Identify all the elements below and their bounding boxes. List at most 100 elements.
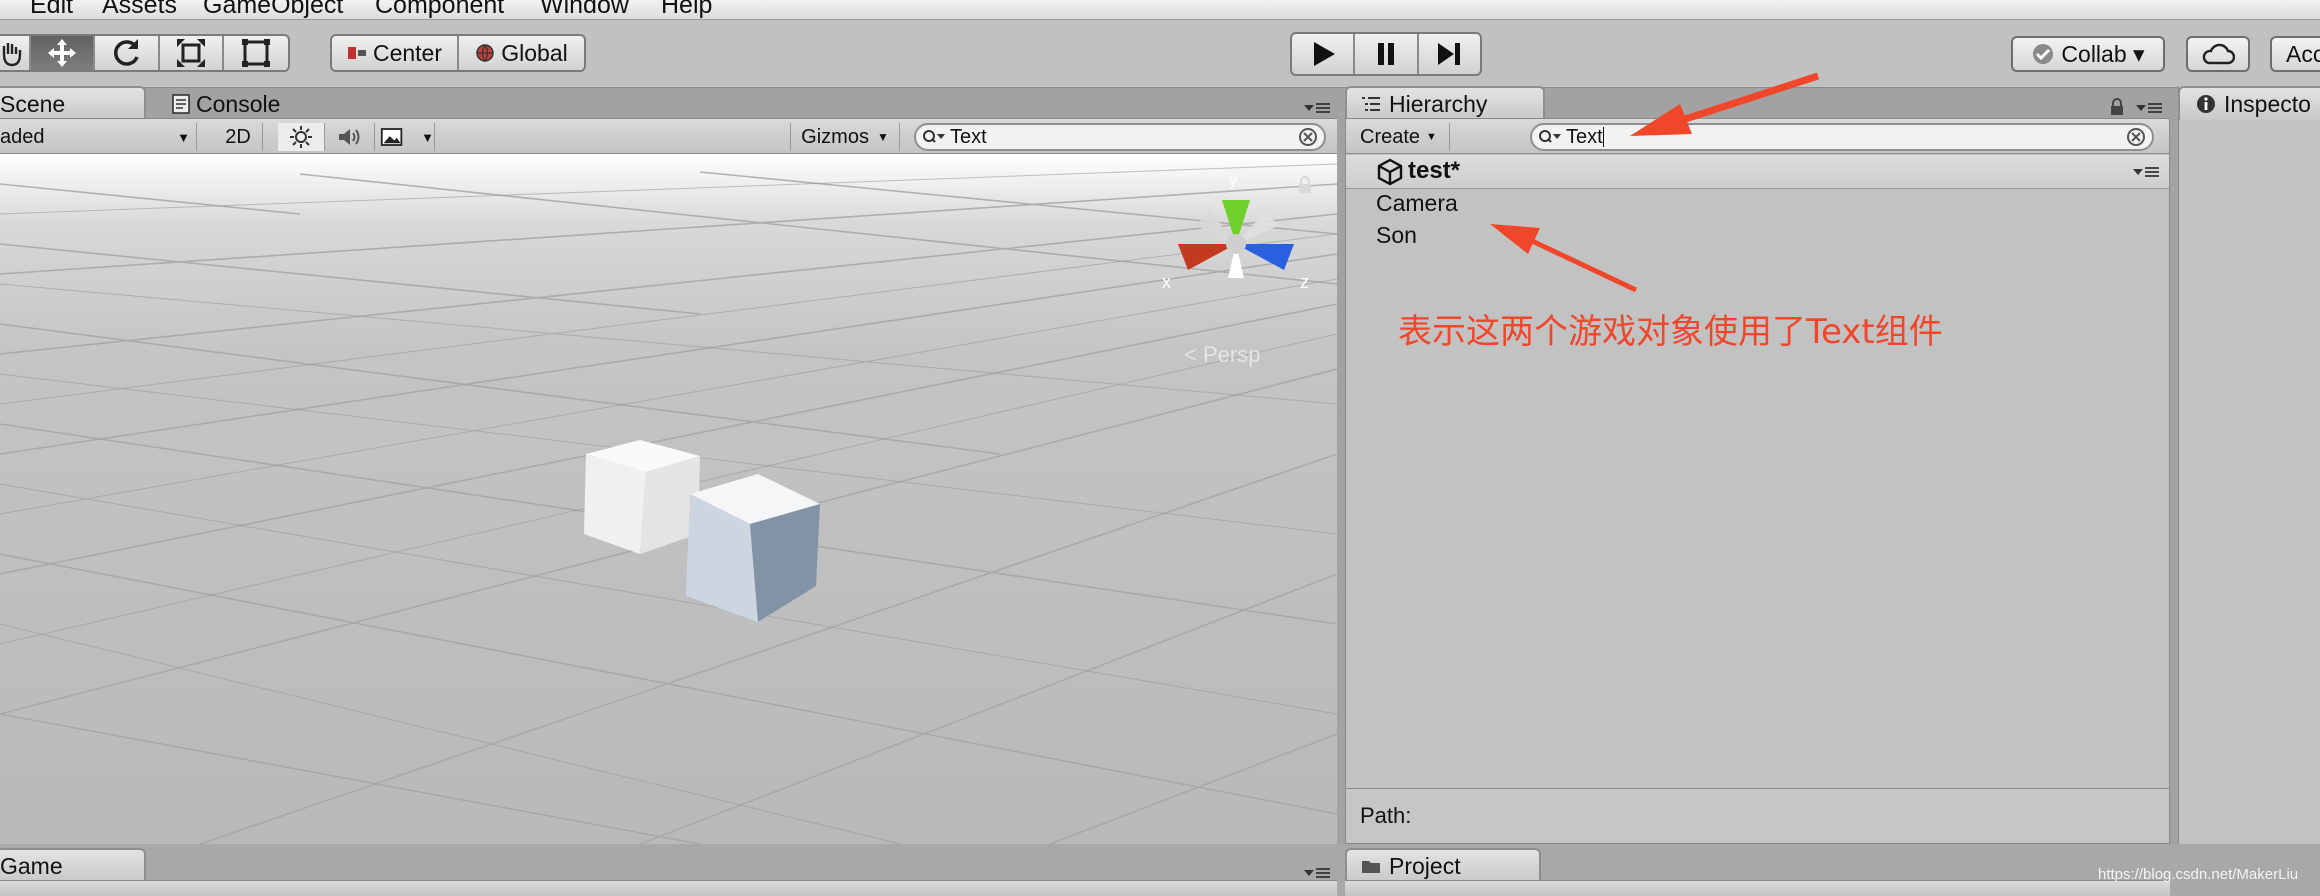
rotate-tool-button[interactable] [95, 36, 160, 70]
play-button[interactable] [1292, 34, 1356, 74]
hierarchy-search-icon [1539, 130, 1561, 143]
hierarchy-item-son[interactable]: Son [1376, 222, 1417, 249]
hierarchy-item-camera[interactable]: Camera [1376, 190, 1458, 217]
step-button[interactable] [1419, 34, 1480, 74]
scene-search-field[interactable]: Text [914, 123, 1326, 151]
lock-icon[interactable] [1296, 176, 1314, 194]
unity-logo-icon [1377, 158, 1403, 186]
play-icon [1313, 42, 1335, 66]
game-panel-menu-icon[interactable] [1302, 866, 1332, 880]
globe-icon [476, 44, 494, 63]
scale-icon [176, 39, 205, 67]
persp-label[interactable]: < Persp [1184, 342, 1260, 368]
tab-inspector-label: Inspecto [2224, 90, 2311, 117]
tab-game[interactable]: Game [0, 848, 146, 882]
list-icon [1362, 97, 1380, 111]
orientation-gizmo[interactable] [1166, 194, 1306, 304]
hierarchy-search-field[interactable]: Text [1530, 123, 2154, 151]
inspector-panel [2178, 86, 2320, 896]
gizmos-arrow-icon: ▼ [876, 130, 889, 144]
tab-hierarchy[interactable]: Hierarchy [1345, 86, 1545, 120]
playback-controls [1290, 32, 1482, 76]
tab-console-label: Console [196, 90, 281, 117]
hierarchy-clear-search-icon[interactable] [2126, 127, 2146, 147]
scene-header-row[interactable]: test* [1346, 155, 2169, 189]
tab-scene[interactable]: Scene [0, 86, 146, 120]
tab-project-label: Project [1389, 852, 1461, 879]
dropdown-arrow-icon: ▼ [177, 129, 190, 145]
shading-mode-dropdown[interactable]: aded ▼ [0, 123, 197, 151]
pivot-space-toggles: Center Global [330, 34, 586, 72]
annotation-text: 表示这两个游戏对象使用了Text组件 [1398, 312, 1943, 352]
cloud-icon [2202, 43, 2235, 65]
tab-console[interactable]: Console [166, 86, 306, 120]
move-tool-button[interactable] [31, 36, 96, 70]
effects-arrow-icon: ▼ [421, 129, 434, 145]
rect-tool-button[interactable] [224, 36, 288, 70]
pause-button[interactable] [1355, 34, 1419, 74]
menu-component[interactable]: Component [375, 0, 504, 20]
toolbar: Center Global Collab ▾ Acc [0, 20, 2320, 88]
scene-name: test* [1408, 157, 1461, 184]
global-space-button[interactable]: Global [459, 36, 584, 70]
menu-window[interactable]: Window [540, 0, 629, 20]
rotate-icon [114, 39, 140, 66]
pivot-icon [347, 47, 366, 59]
info-icon [2197, 95, 2215, 113]
hand-icon [2, 43, 21, 67]
pause-icon [1377, 43, 1394, 65]
audio-toggle[interactable] [326, 123, 375, 151]
hierarchy-menu-icon[interactable] [2134, 100, 2164, 116]
account-button[interactable]: Acc [2270, 36, 2320, 72]
lighting-toggle[interactable] [278, 123, 325, 151]
cube-objects[interactable] [580, 434, 840, 634]
shading-mode-label: aded [0, 125, 45, 148]
menu-assets[interactable]: Assets [102, 0, 177, 20]
menu-edit[interactable]: Edit [30, 0, 73, 20]
scene-toolbar: aded ▼ 2D ▼ Gizmos ▼ Text [0, 118, 1337, 154]
tab-project[interactable]: Project [1345, 848, 1541, 882]
gizmo-x-label: x [1162, 272, 1171, 292]
menu-help[interactable]: Help [661, 0, 712, 20]
cloud-button[interactable] [2186, 36, 2250, 72]
effects-dropdown[interactable]: ▼ [380, 123, 435, 151]
check-circle-icon [2033, 44, 2054, 64]
gizmos-dropdown[interactable]: Gizmos ▼ [790, 123, 900, 151]
hand-tool-button[interactable] [0, 36, 32, 70]
scene-search-value: Text [950, 125, 987, 148]
pivot-label: Center [372, 39, 443, 66]
scene-panel-menu-icon[interactable] [1302, 100, 1332, 116]
rect-icon [241, 39, 270, 67]
create-label: Create [1360, 125, 1421, 148]
create-arrow-icon: ▼ [1426, 131, 1437, 143]
tab-game-label: Game [0, 852, 63, 879]
gizmo-y-label: y [1229, 172, 1237, 189]
hierarchy-lock-icon[interactable] [2108, 98, 2126, 116]
hierarchy-path-bar: Path: [1345, 788, 2170, 844]
menu-gameobject[interactable]: GameObject [203, 0, 343, 20]
path-label: Path: [1360, 803, 1412, 828]
hierarchy-toolbar: Create ▼ Text [1345, 118, 2170, 154]
scene-row-menu-icon[interactable] [2131, 164, 2161, 180]
gizmo-z-label: z [1300, 272, 1309, 292]
watermark: https://blog.csdn.net/MakerLiu [2098, 866, 2299, 883]
search-icon [923, 130, 945, 143]
step-icon [1438, 43, 1461, 65]
collab-button[interactable]: Collab ▾ [2011, 36, 2165, 72]
toggle-2d-label: 2D [225, 125, 251, 148]
pivot-center-button[interactable]: Center [332, 36, 459, 70]
space-label: Global [501, 39, 568, 66]
toggle-2d-button[interactable]: 2D [214, 123, 263, 151]
game-toolbar [0, 880, 1337, 896]
move-icon [48, 39, 77, 67]
clear-search-icon[interactable] [1298, 127, 1318, 147]
sun-icon [290, 126, 312, 148]
hierarchy-search-value: Text [1566, 125, 1603, 148]
scene-view[interactable]: y x z < Persp [0, 154, 1337, 844]
menu-bar: Edit Assets GameObject Component Window … [0, 0, 2320, 20]
create-dropdown[interactable]: Create ▼ [1354, 123, 1450, 151]
tab-inspector[interactable]: Inspecto [2178, 86, 2320, 120]
gizmos-label: Gizmos [801, 125, 869, 148]
transform-tools [0, 34, 290, 72]
scale-tool-button[interactable] [160, 36, 224, 70]
